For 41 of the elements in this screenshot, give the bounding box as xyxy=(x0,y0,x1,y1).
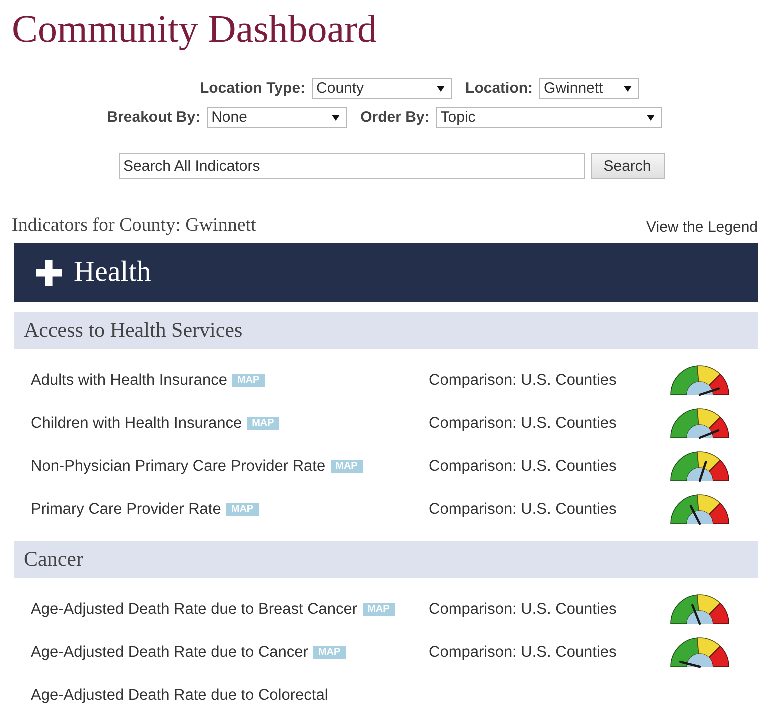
filter-dropdown[interactable]: None xyxy=(206,107,347,128)
comparison-label: Comparison: U.S. Counties xyxy=(429,600,618,618)
filter-label: Location Type: xyxy=(200,80,306,97)
gauge-icon xyxy=(669,636,731,668)
gauge-icon xyxy=(669,594,731,626)
indicator-name[interactable]: Adults with Health Insurance xyxy=(31,372,228,388)
indicators-heading: Indicators for County: Gwinnett xyxy=(12,215,256,237)
legend-link[interactable]: View the Legend xyxy=(646,219,758,236)
indicator-name[interactable]: Age-Adjusted Death Rate due to Colorectal xyxy=(31,686,328,704)
search-button[interactable]: Search xyxy=(590,153,664,179)
indicator-name[interactable]: Age-Adjusted Death Rate due to Cancer xyxy=(31,644,308,660)
topic-title: Health xyxy=(74,256,152,289)
comparison-label: Comparison: U.S. Counties xyxy=(429,372,618,390)
filter-dropdown[interactable]: County xyxy=(312,78,452,99)
indicator-name[interactable]: Children with Health Insurance xyxy=(31,414,242,432)
gauge-icon xyxy=(669,494,731,526)
topic-bar[interactable]: Health xyxy=(14,243,758,302)
filter-label: Location: xyxy=(466,80,534,97)
comparison-label: Comparison: U.S. Counties xyxy=(429,644,618,662)
gauge-icon xyxy=(669,408,731,440)
indicator-name[interactable]: Age-Adjusted Death Rate due to Breast Cancer xyxy=(31,600,358,618)
plus-icon xyxy=(36,260,62,286)
filter-dropdown[interactable]: Gwinnett xyxy=(539,78,640,99)
section-header: Cancer xyxy=(14,541,758,578)
comparison-label: Comparison: U.S. Counties xyxy=(429,458,618,476)
filter-label: Breakout By: xyxy=(107,109,201,126)
filter-dropdown[interactable]: Topic xyxy=(436,107,662,128)
caret-icon xyxy=(332,114,340,120)
section-header: Access to Health Services xyxy=(14,312,758,349)
search-field[interactable]: Search All Indicators xyxy=(118,153,584,179)
gauge-icon xyxy=(669,450,731,482)
indicator-name[interactable]: Primary Care Provider Rate xyxy=(31,500,222,518)
gauge-icon xyxy=(669,364,731,396)
page-title: Community Dashboard xyxy=(11,7,378,52)
comparison-label: Comparison: U.S. Counties xyxy=(429,500,618,518)
comparison-label: Comparison: U.S. Counties xyxy=(429,414,618,432)
indicator-name[interactable]: Non-Physician Primary Care Provider Rate xyxy=(31,458,326,474)
caret-icon xyxy=(436,86,445,92)
caret-icon xyxy=(624,86,632,92)
caret-icon xyxy=(646,114,655,120)
filter-label: Order By: xyxy=(360,109,430,126)
